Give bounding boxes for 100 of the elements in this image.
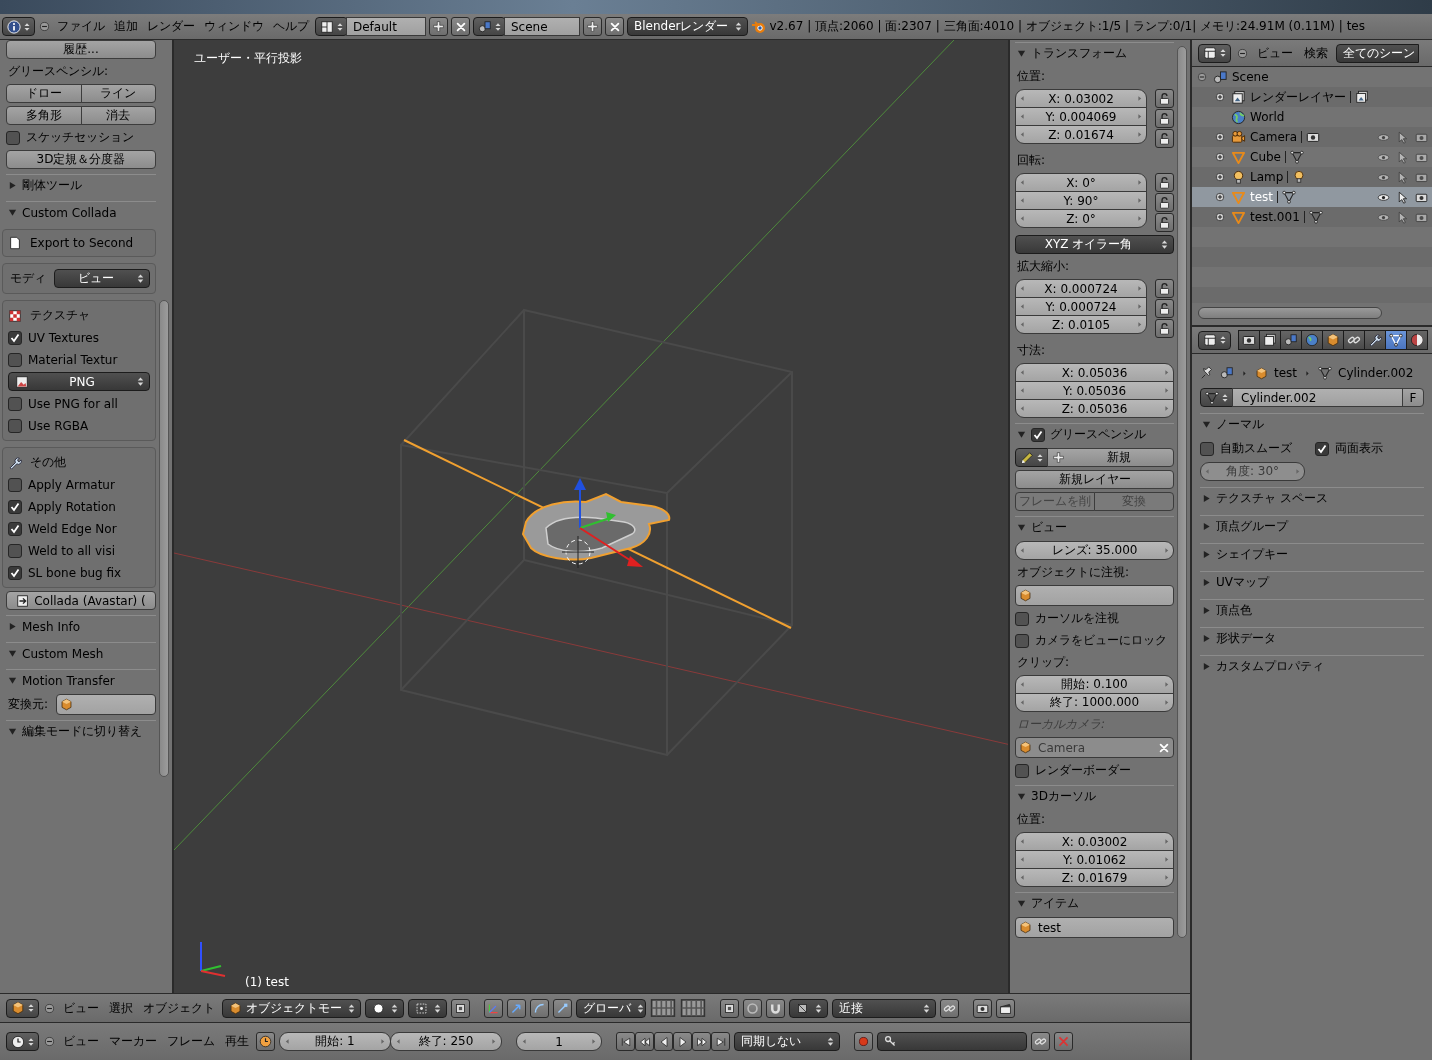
outliner-row[interactable]: test xyxy=(1192,187,1432,207)
object-field[interactable] xyxy=(1015,585,1174,606)
collapse-icon[interactable] xyxy=(38,20,51,33)
toolbar-button[interactable] xyxy=(973,998,992,1018)
number-field[interactable]: Y: 0.05036 xyxy=(1015,381,1174,400)
menu-item[interactable]: フレーム xyxy=(164,1033,218,1050)
add-button[interactable] xyxy=(429,17,448,36)
lock-toggle[interactable] xyxy=(1155,299,1174,318)
expand-icon[interactable] xyxy=(1214,151,1226,163)
toolbar-button[interactable] xyxy=(507,998,526,1018)
checkbox-option[interactable]: Use RGBA xyxy=(8,416,150,435)
number-field[interactable]: Z: 0.0105 xyxy=(1015,315,1147,334)
checkbox-option[interactable]: Weld to all visi xyxy=(8,541,150,560)
record-button[interactable] xyxy=(854,1032,873,1051)
toolbar-button[interactable] xyxy=(530,998,549,1018)
outliner-row[interactable]: World xyxy=(1192,107,1432,127)
checkbox-option[interactable]: SL bone bug fix xyxy=(8,563,150,582)
checkbox[interactable] xyxy=(1015,611,1029,626)
lock-toggle[interactable] xyxy=(1155,89,1174,108)
menu-item[interactable]: オブジェクト xyxy=(140,999,218,1017)
end-frame-field[interactable]: 終了: 250 xyxy=(390,1032,502,1051)
checkbox[interactable] xyxy=(8,521,22,536)
toolbar-button[interactable] xyxy=(1031,1032,1050,1051)
checkbox[interactable] xyxy=(8,396,22,411)
menu-item[interactable]: 追加 xyxy=(111,18,141,35)
keying-set-field[interactable] xyxy=(877,1032,1027,1051)
outliner-row[interactable]: Cube xyxy=(1192,147,1432,167)
checkbox[interactable] xyxy=(8,418,22,433)
dropdown[interactable]: ビュー xyxy=(54,269,150,288)
checkbox-option[interactable]: UV Textures xyxy=(8,328,150,347)
checkbox[interactable] xyxy=(8,565,22,580)
collapse-icon[interactable] xyxy=(1236,46,1249,60)
editor-type-menu[interactable] xyxy=(6,1032,39,1051)
number-field[interactable]: Y: 0.000724 xyxy=(1015,297,1147,316)
delete-button[interactable] xyxy=(451,17,470,36)
lock-toggle[interactable] xyxy=(1155,279,1174,298)
delete-button[interactable] xyxy=(605,17,624,36)
cursor-arrow-icon[interactable] xyxy=(1396,190,1409,204)
context-tab[interactable] xyxy=(1343,330,1365,350)
checkbox-option[interactable]: Weld Edge Nor xyxy=(8,519,150,538)
horizontal-scrollbar[interactable] xyxy=(1198,307,1382,319)
checkbox-option[interactable]: カメラをビューにロック xyxy=(1015,631,1174,650)
orientation-dropdown[interactable]: グローバ xyxy=(576,998,646,1018)
playback-button[interactable] xyxy=(692,1032,711,1051)
playback-button[interactable] xyxy=(673,1032,692,1051)
cursor-arrow-icon[interactable] xyxy=(1396,150,1409,164)
expand-icon[interactable] xyxy=(1214,91,1226,103)
menu-item[interactable]: ヘルプ xyxy=(270,18,312,35)
lock-toggle[interactable] xyxy=(1155,129,1174,148)
checkbox[interactable] xyxy=(8,352,22,367)
render-engine-dropdown[interactable]: Blenderレンダー xyxy=(627,17,748,36)
lock-toggle[interactable] xyxy=(1155,173,1174,192)
context-tab[interactable] xyxy=(1259,330,1281,350)
checkbox-option[interactable]: Use PNG for all xyxy=(8,394,150,413)
number-field[interactable]: Y: 90° xyxy=(1015,191,1147,210)
context-tab[interactable] xyxy=(1322,330,1344,350)
outliner-row[interactable]: Scene xyxy=(1192,67,1432,87)
start-frame-field[interactable]: 開始: 1 xyxy=(279,1032,391,1051)
checkbox[interactable] xyxy=(1315,441,1329,456)
number-field[interactable]: 終了: 1000.000 xyxy=(1015,693,1174,712)
toolbar-button[interactable] xyxy=(766,998,785,1018)
panel-header[interactable]: グリースペンシル xyxy=(1015,423,1174,445)
lock-toggle[interactable] xyxy=(1155,319,1174,338)
mesh-browse-menu[interactable] xyxy=(1200,388,1233,407)
editor-type-menu[interactable] xyxy=(1198,330,1231,350)
menu-item[interactable]: ビュー xyxy=(60,999,102,1017)
checkbox-option[interactable]: スケッチセッション xyxy=(6,128,156,147)
mesh-name-field[interactable]: Cylinder.002 xyxy=(1232,388,1403,407)
current-frame-field[interactable]: 1 xyxy=(516,1032,602,1051)
cursor-arrow-icon[interactable] xyxy=(1396,130,1409,144)
checkbox[interactable] xyxy=(8,499,22,514)
dropdown[interactable]: PNG xyxy=(8,372,150,391)
checkbox-option[interactable]: Apply Rotation xyxy=(8,497,150,516)
menu-item[interactable]: 検索 xyxy=(1301,44,1331,62)
outliner-row[interactable]: レンダーレイヤー xyxy=(1192,87,1432,107)
checkbox-option[interactable]: カーソルを注視 xyxy=(1015,609,1174,628)
toolbar-button[interactable] xyxy=(996,998,1015,1018)
checkbox[interactable] xyxy=(1200,441,1214,456)
menu-item[interactable]: レンダー xyxy=(144,18,198,35)
dropdown[interactable]: XYZ オイラー角 xyxy=(1015,235,1174,254)
checkbox-option[interactable]: 自動スムーズ xyxy=(1200,439,1309,458)
fake-user-button[interactable]: F xyxy=(1402,388,1424,407)
tool-button[interactable]: ドロー xyxy=(6,84,82,103)
sync-dropdown[interactable]: 同期しない xyxy=(734,1032,840,1051)
checkbox[interactable] xyxy=(1015,633,1029,648)
context-tab[interactable] xyxy=(1280,330,1302,350)
outliner-row[interactable]: Lamp xyxy=(1192,167,1432,187)
checkbox[interactable] xyxy=(1031,427,1045,442)
playback-button[interactable] xyxy=(616,1032,635,1051)
number-field[interactable]: Z: 0.01674 xyxy=(1015,125,1147,144)
number-field[interactable]: Z: 0° xyxy=(1015,209,1147,228)
expand-icon[interactable] xyxy=(1214,131,1226,143)
object-field[interactable]: test xyxy=(1015,917,1174,938)
lock-toggle[interactable] xyxy=(1155,193,1174,212)
object-field[interactable] xyxy=(56,694,156,715)
snap-element-dropdown[interactable] xyxy=(789,998,828,1018)
expand-icon[interactable] xyxy=(1214,191,1226,203)
checkbox-option[interactable]: レンダーボーダー xyxy=(1015,761,1174,780)
tool-button[interactable]: 消去 xyxy=(80,106,156,125)
number-field[interactable]: Y: 0.01062 xyxy=(1015,850,1174,869)
